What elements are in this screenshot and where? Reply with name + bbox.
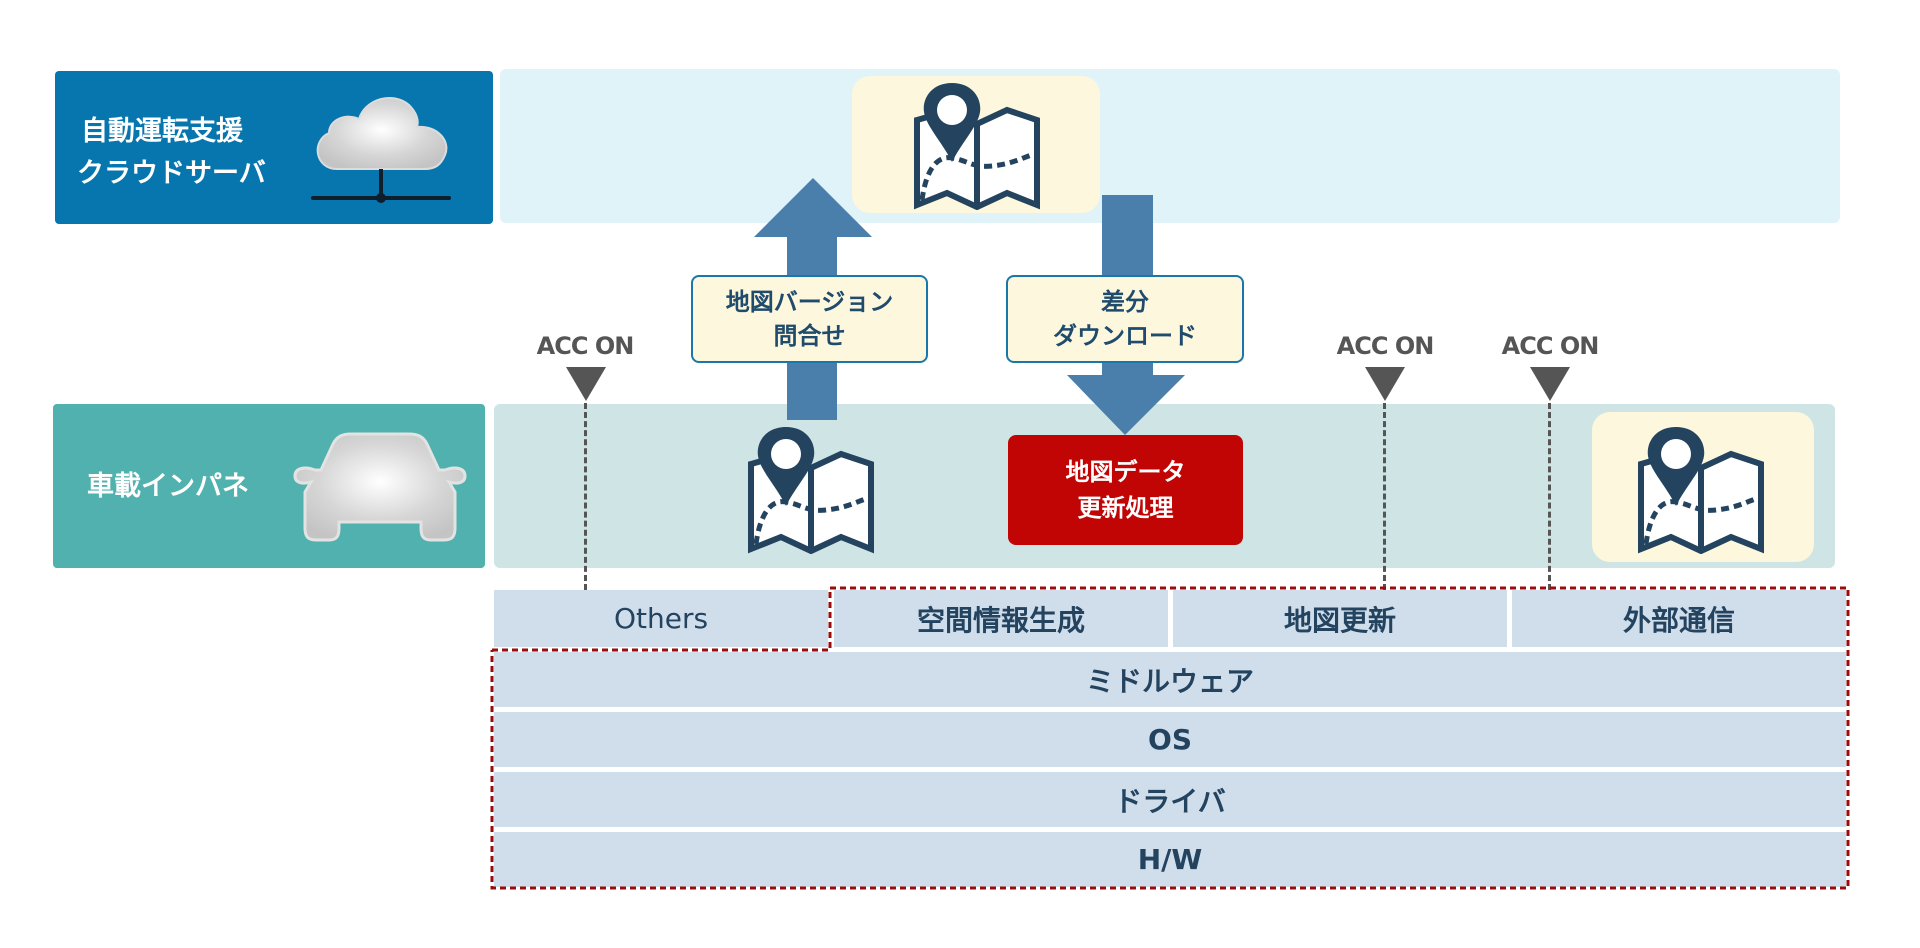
map-pin-icon [912,80,1042,210]
update-scope-outline [490,586,1850,890]
diff-download-line2: ダウンロード [1053,322,1197,350]
vehicle-map-icon [746,424,876,554]
acc-on-label: ACC ON [1336,332,1435,360]
diff-download-line1: 差分 [1101,288,1149,316]
acc-on-timeline [1548,403,1551,590]
version-query-line2: 問合せ [773,322,846,350]
acc-on-marker-icon [566,367,606,401]
acc-on-label: ACC ON [1501,332,1600,360]
car-icon [293,432,467,542]
version-query-line1: 地図バージョン [725,288,894,316]
map-pin-icon [1636,424,1766,554]
version-query-label: 地図バージョン 問合せ [691,275,928,363]
acc-on-marker-icon [1365,367,1405,401]
vehicle-panel: 車載インパネ [53,404,485,568]
cloud-server-icon [311,96,451,203]
diff-download-label: 差分 ダウンロード [1006,275,1244,363]
map-update-process-box: 地図データ 更新処理 [1008,435,1243,545]
vehicle-title: 車載インパネ [87,471,249,502]
cloud-server-panel: 自動運転支援 クラウドサーバ [55,71,493,224]
cloud-map-card [852,76,1100,213]
acc-on-timeline [584,403,587,590]
cloud-server-title-line2: クラウドサーバ [77,158,266,189]
acc-on-marker-icon [1530,367,1570,401]
cloud-server-title-line1: 自動運転支援 [81,116,243,147]
acc-on-timeline [1383,403,1386,590]
acc-on-label: ACC ON [536,332,635,360]
map-update-process-line1: 地図データ [1065,458,1186,486]
vehicle-map-card [1592,412,1814,562]
map-update-process-line2: 更新処理 [1077,494,1174,522]
